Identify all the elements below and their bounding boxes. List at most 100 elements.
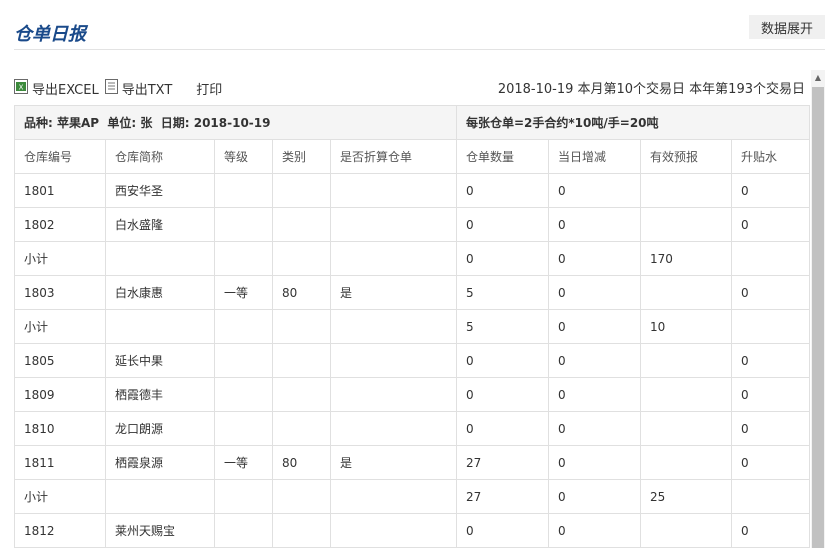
table-cell: 莱州天赐宝: [105, 513, 215, 548]
table-cell: [214, 513, 273, 548]
table-cell: [330, 479, 457, 514]
warehouse-receipt-table: 品种: 苹果AP 单位: 张 日期: 2018-10-19 每张仓单=2手合约*…: [14, 105, 811, 548]
table-cell: [640, 173, 732, 208]
table-cell: 27: [456, 479, 549, 514]
table-cell: [272, 207, 331, 242]
table-cell: [730, 479, 811, 514]
export-txt-button[interactable]: 导出TXT: [104, 78, 173, 98]
table-cell: 0: [548, 411, 641, 446]
print-button[interactable]: 打印: [196, 79, 222, 98]
table-cell: [214, 377, 273, 412]
divider: [14, 49, 825, 50]
table-cell: 一等: [214, 275, 273, 310]
table-cell: 0: [456, 207, 549, 242]
table-cell: [640, 445, 732, 480]
meta-contract-info: 每张仓单=2手合约*10吨/手=20吨: [455, 105, 811, 140]
table-cell: 龙口朗源: [105, 411, 215, 446]
table-cell: 延长中果: [105, 343, 215, 378]
table-cell: 25: [640, 479, 732, 514]
table-cell: 一等: [214, 445, 273, 480]
table-cell: 0: [730, 173, 811, 208]
table-cell: [330, 173, 457, 208]
table-cell: 1811: [14, 445, 106, 480]
table-cell: [214, 479, 273, 514]
table-cell: 1810: [14, 411, 106, 446]
table-row: 小计 27 0 25: [14, 479, 811, 514]
expand-data-button[interactable]: 数据展开: [749, 15, 825, 39]
table-cell: 0: [456, 173, 549, 208]
table-cell: 0: [548, 173, 641, 208]
table-cell: [272, 343, 331, 378]
scrollbar[interactable]: ▲: [811, 70, 825, 548]
trade-day-info: 2018-10-19 本月第10个交易日 本年第193个交易日: [497, 82, 805, 97]
table-cell: 0: [456, 513, 549, 548]
table-cell: 0: [548, 343, 641, 378]
table-row: 1811 栖霞泉源 一等 80 是 27 0 0: [14, 445, 811, 480]
table-cell: 0: [548, 445, 641, 480]
table-cell: 1812: [14, 513, 106, 548]
column-header: 类别: [272, 139, 331, 174]
table-cell: [330, 513, 457, 548]
table-cell: 0: [548, 377, 641, 412]
table-row: 1805 延长中果 0 0 0: [14, 343, 811, 378]
table-cell: [640, 411, 732, 446]
table-row: 小计 0 0 170: [14, 241, 811, 276]
table-row: 1809 栖霞德丰 0 0 0: [14, 377, 811, 412]
table-cell: 80: [272, 445, 331, 480]
scrollbar-thumb[interactable]: [812, 87, 824, 548]
table-cell: 0: [730, 411, 811, 446]
table-cell: 白水盛隆: [105, 207, 215, 242]
table-cell: [330, 343, 457, 378]
table-cell: 80: [272, 275, 331, 310]
table-cell: 0: [730, 513, 811, 548]
table-cell: 0: [730, 343, 811, 378]
table-cell: [214, 173, 273, 208]
column-header: 仓库编号: [14, 139, 106, 174]
table-cell: 27: [456, 445, 549, 480]
table-row: 1802 白水盛隆 0 0 0: [14, 207, 811, 242]
table-cell: 小计: [14, 241, 106, 276]
table-cell: [272, 241, 331, 276]
table-cell: 5: [456, 275, 549, 310]
table-header-row: 仓库编号 仓库简称 等级 类别 是否折算仓单 仓单数量 当日增减 有效预报 升贴…: [14, 139, 811, 174]
export-txt-label: 导出TXT: [121, 82, 173, 98]
table-cell: [214, 207, 273, 242]
table-cell: [640, 275, 732, 310]
table-cell: 1801: [14, 173, 106, 208]
table-cell: 0: [548, 207, 641, 242]
table-cell: 0: [548, 479, 641, 514]
table-cell: [272, 377, 331, 412]
table-cell: 是: [330, 275, 457, 310]
table-cell: 栖霞德丰: [105, 377, 215, 412]
table-cell: 白水康惠: [105, 275, 215, 310]
meta-product-info: 品种: 苹果AP 单位: 张 日期: 2018-10-19: [14, 105, 457, 140]
table-cell: 0: [730, 275, 811, 310]
table-cell: 0: [730, 445, 811, 480]
table-cell: [730, 241, 811, 276]
column-header: 是否折算仓单: [330, 139, 457, 174]
column-header: 等级: [214, 139, 273, 174]
column-header: 有效预报: [640, 139, 732, 174]
scroll-up-arrow-icon[interactable]: ▲: [811, 70, 825, 84]
table-cell: [214, 241, 273, 276]
table-cell: [640, 377, 732, 412]
table-cell: 是: [330, 445, 457, 480]
column-header: 升贴水: [730, 139, 811, 174]
table-cell: 170: [640, 241, 732, 276]
table-cell: [330, 241, 457, 276]
table-cell: [330, 377, 457, 412]
table-cell: [730, 309, 811, 344]
table-row: 1812 莱州天赐宝 0 0 0: [14, 513, 811, 548]
table-cell: 0: [548, 309, 641, 344]
table-cell: 1809: [14, 377, 106, 412]
table-cell: [640, 513, 732, 548]
table-meta-row: 品种: 苹果AP 单位: 张 日期: 2018-10-19 每张仓单=2手合约*…: [14, 105, 811, 140]
table-row: 小计 5 0 10: [14, 309, 811, 344]
table-cell: [105, 241, 215, 276]
page-title: 仓单日报: [14, 24, 86, 45]
export-excel-button[interactable]: X 导出EXCEL: [14, 78, 99, 98]
excel-icon: X: [14, 78, 28, 98]
column-header: 仓单数量: [456, 139, 549, 174]
table-cell: 西安华圣: [105, 173, 215, 208]
txt-icon: [104, 78, 118, 98]
